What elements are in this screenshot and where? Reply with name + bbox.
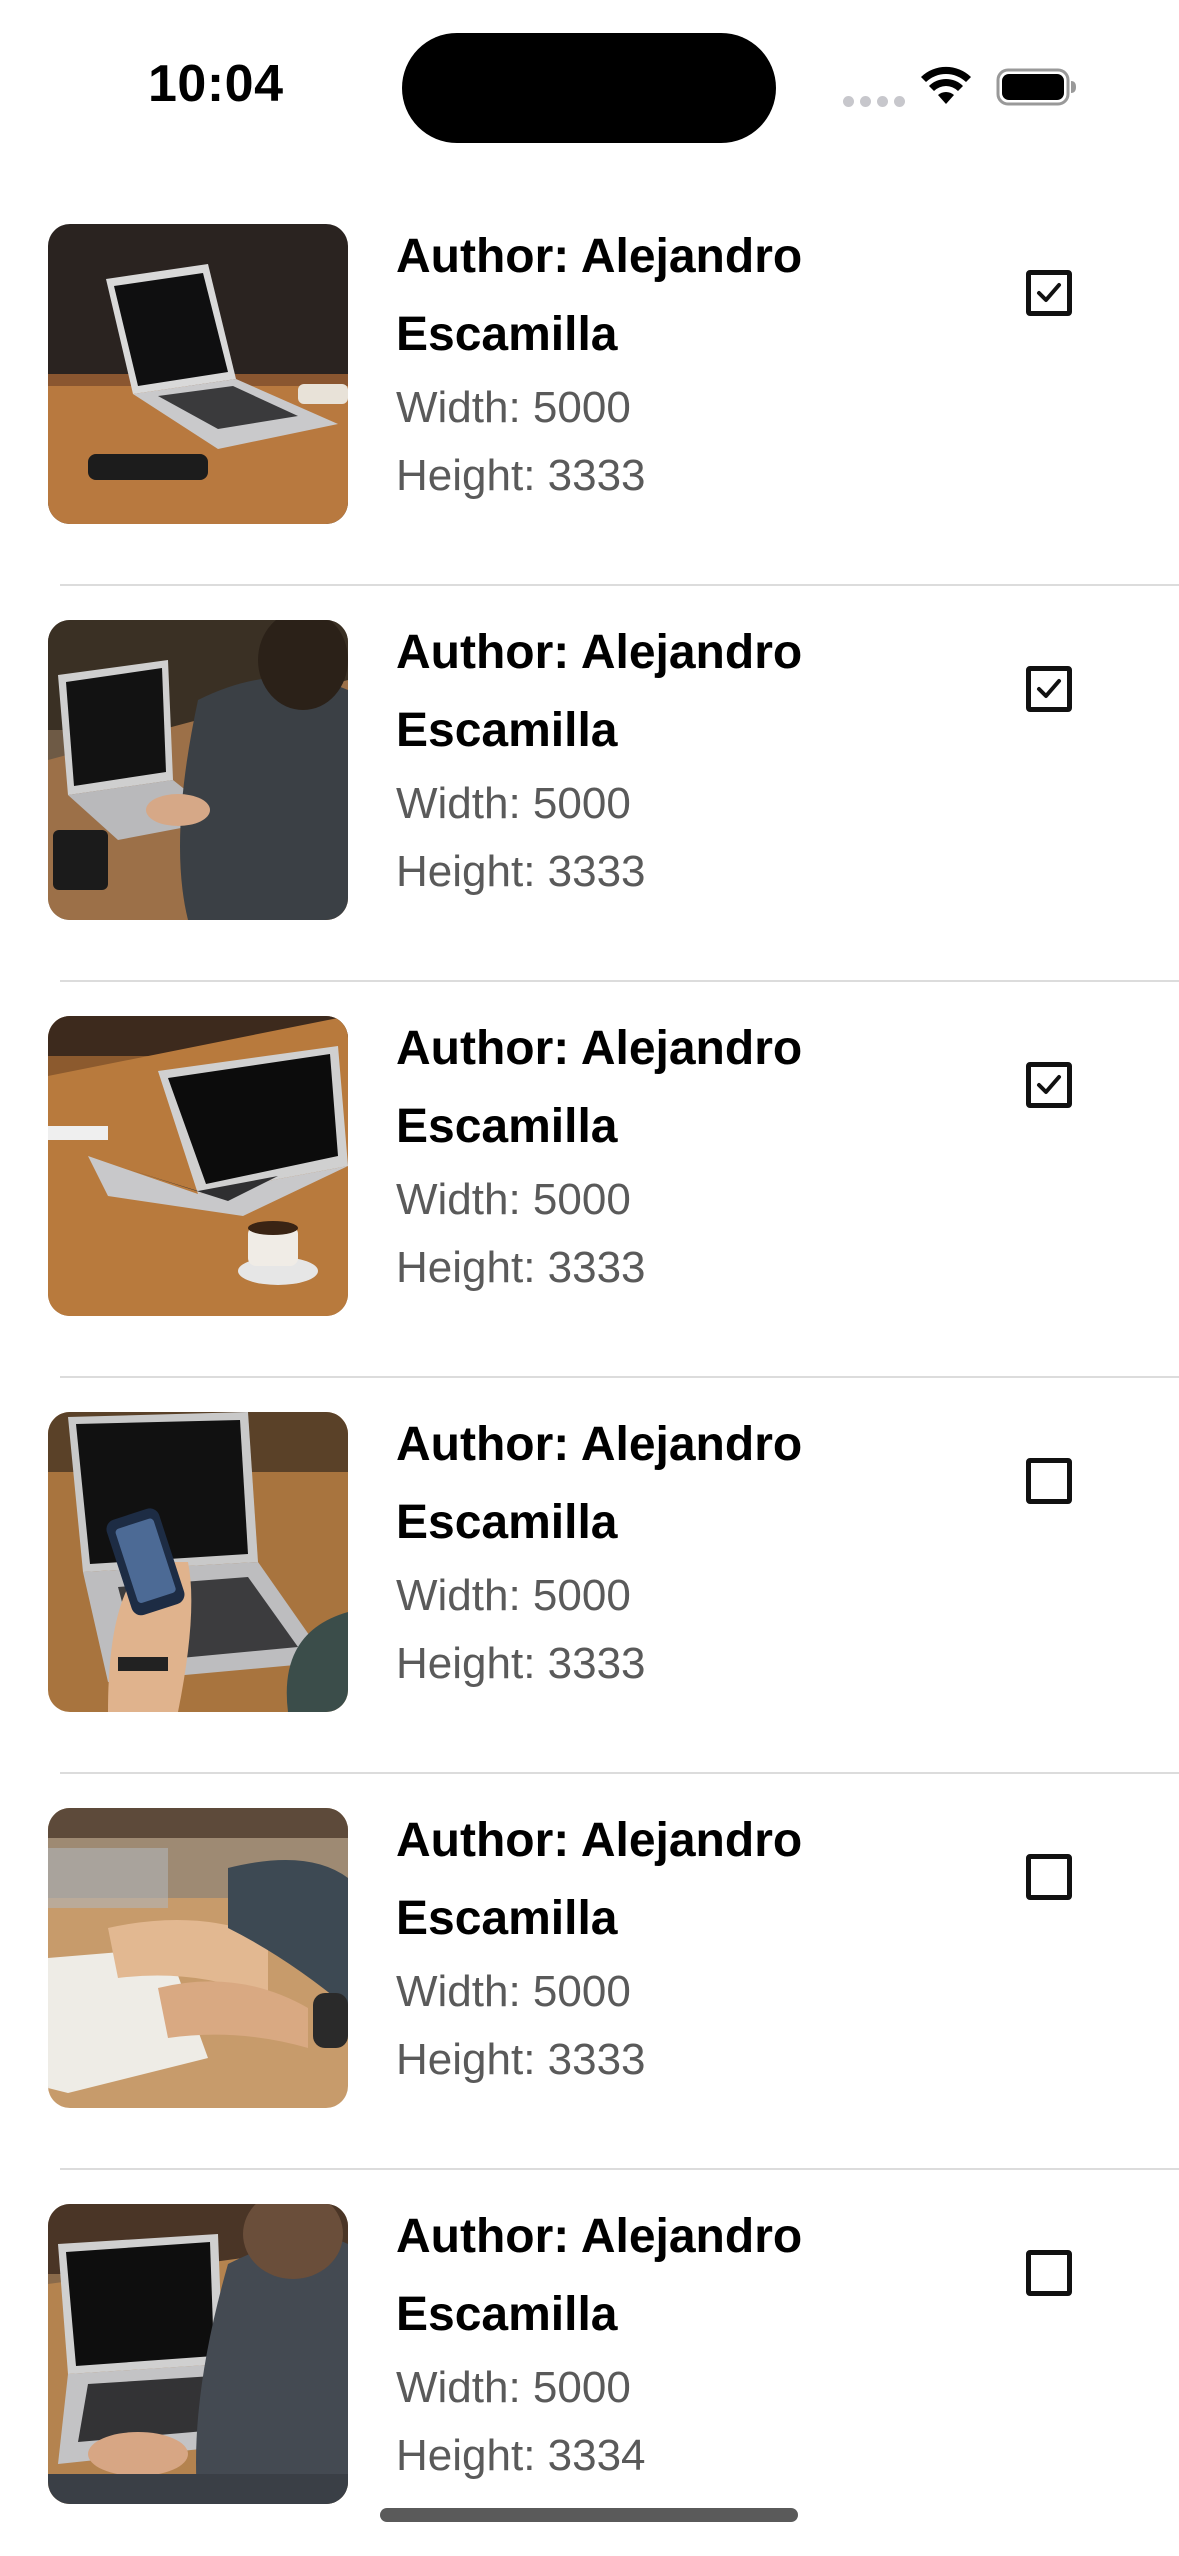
list-item[interactable]: Author: Alejandro Escamilla Width: 5000 …	[0, 982, 1179, 1378]
wifi-icon	[921, 66, 971, 104]
height-label: Height: 3333	[396, 2035, 646, 2084]
photo-thumbnail	[48, 224, 348, 524]
height-label: Height: 3333	[396, 847, 646, 896]
list-item[interactable]: Author: Alejandro Escamilla Width: 5000 …	[0, 1378, 1179, 1774]
select-checkbox-checked[interactable]	[1026, 270, 1072, 316]
height-label: Height: 3333	[396, 1639, 646, 1688]
item-text: Author: Alejandro Escamilla Width: 5000 …	[396, 614, 876, 906]
item-text: Author: Alejandro Escamilla Width: 5000 …	[396, 2198, 876, 2490]
item-text: Author: Alejandro Escamilla Width: 5000 …	[396, 1010, 876, 1302]
photo-thumbnail	[48, 1016, 348, 1316]
laptop-on-desk-photo	[48, 224, 348, 524]
width-label: Width: 5000	[396, 383, 631, 432]
author-label: Author: Alejandro Escamilla	[396, 1814, 803, 1945]
laptop-with-coffee-photo	[48, 1016, 348, 1316]
item-text: Author: Alejandro Escamilla Width: 5000 …	[396, 1406, 876, 1698]
select-checkbox-checked[interactable]	[1026, 666, 1072, 712]
checkmark-icon	[1037, 283, 1061, 302]
select-checkbox-checked[interactable]	[1026, 1062, 1072, 1108]
home-indicator[interactable]	[380, 2508, 798, 2522]
width-label: Width: 5000	[396, 1175, 631, 1224]
select-checkbox-unchecked[interactable]	[1026, 2250, 1072, 2296]
author-label: Author: Alejandro Escamilla	[396, 626, 803, 757]
cellular-signal-icon	[843, 96, 905, 107]
width-label: Width: 5000	[396, 779, 631, 828]
item-text: Author: Alejandro Escamilla Width: 5000 …	[396, 1802, 876, 2094]
height-label: Height: 3333	[396, 451, 646, 500]
author-label: Author: Alejandro Escamilla	[396, 230, 803, 361]
person-typing-laptop-photo	[48, 620, 348, 920]
photo-thumbnail	[48, 1808, 348, 2108]
list-item[interactable]: Author: Alejandro Escamilla Width: 5000 …	[0, 2170, 1179, 2556]
checkmark-icon	[1037, 679, 1061, 698]
author-label: Author: Alejandro Escamilla	[396, 1022, 803, 1153]
list-item[interactable]: Author: Alejandro Escamilla Width: 5000 …	[0, 586, 1179, 982]
height-label: Height: 3333	[396, 1243, 646, 1292]
select-checkbox-unchecked[interactable]	[1026, 1458, 1072, 1504]
status-time: 10:04	[148, 55, 284, 113]
list-item[interactable]: Author: Alejandro Escamilla Width: 5000 …	[0, 190, 1179, 586]
photo-list-screen: 10:04 Author: Alejandro Escamilla Width:…	[0, 0, 1179, 2556]
phone-and-laptop-photo	[48, 1412, 348, 1712]
height-label: Height: 3334	[396, 2431, 646, 2480]
battery-icon	[996, 68, 1076, 106]
photo-thumbnail	[48, 620, 348, 920]
item-text: Author: Alejandro Escamilla Width: 5000 …	[396, 218, 876, 510]
author-label: Author: Alejandro Escamilla	[396, 1418, 803, 1549]
author-label: Author: Alejandro Escamilla	[396, 2210, 803, 2341]
hands-on-notebook-photo	[48, 1808, 348, 2108]
photo-list: Author: Alejandro Escamilla Width: 5000 …	[0, 190, 1179, 2556]
select-checkbox-unchecked[interactable]	[1026, 1854, 1072, 1900]
width-label: Width: 5000	[396, 1967, 631, 2016]
photo-thumbnail	[48, 1412, 348, 1712]
list-item[interactable]: Author: Alejandro Escamilla Width: 5000 …	[0, 1774, 1179, 2170]
typing-laptop-photo	[48, 2204, 348, 2504]
width-label: Width: 5000	[396, 2363, 631, 2412]
width-label: Width: 5000	[396, 1571, 631, 1620]
checkmark-icon	[1037, 1075, 1061, 1094]
photo-thumbnail	[48, 2204, 348, 2504]
dynamic-island	[402, 33, 776, 143]
status-bar: 10:04	[0, 0, 1179, 170]
